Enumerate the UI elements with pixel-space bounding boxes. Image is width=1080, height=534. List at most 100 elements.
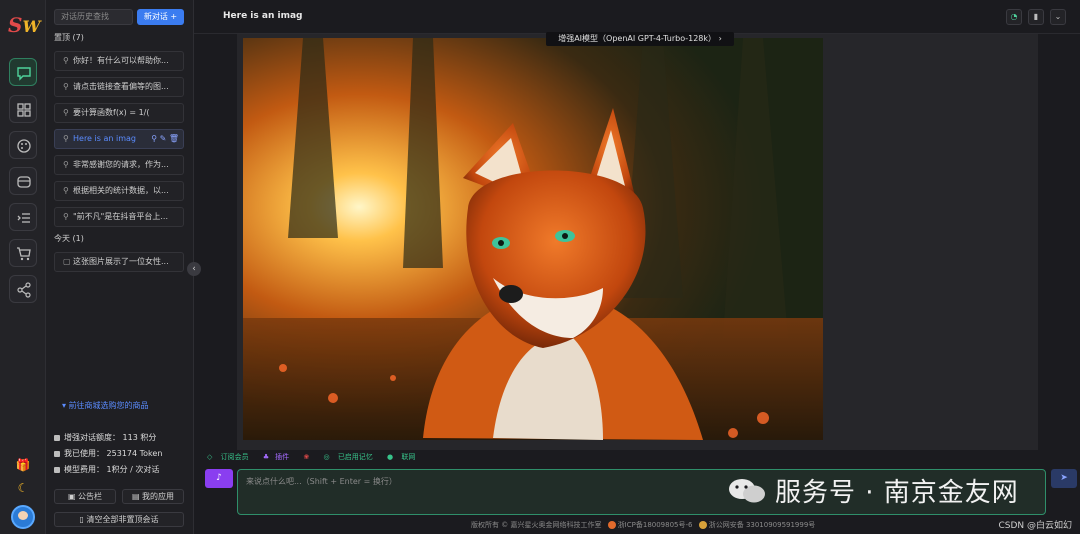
apps-icon: ▤	[132, 492, 142, 501]
plugin-label: 插件	[275, 453, 289, 461]
more-button[interactable]: ⌄	[1050, 9, 1066, 25]
footer: 版权所有 © 嘉兴星火奥金网络科技工作室 浙ICP备18009805号-6 浙公…	[471, 520, 815, 530]
voice-input-button[interactable]: ♪	[205, 469, 233, 488]
conversation-item[interactable]: ⚲根据相关的统计数据，以...	[54, 181, 184, 201]
pin-icon: ⚲	[63, 182, 73, 200]
conversation-item[interactable]: ▢这张图片展示了一位女性...	[54, 252, 184, 272]
web-search-toggle[interactable]: ● 联网	[387, 453, 421, 461]
toggle-icon: ●	[387, 453, 395, 461]
police-link[interactable]: 浙公网安备 33010909591999号	[709, 521, 816, 529]
pin-icon: ⚲	[63, 104, 73, 122]
rail-share-button[interactable]	[9, 275, 37, 303]
pinned-group-label: 置顶 (7)	[54, 32, 84, 43]
cart-icon	[16, 246, 32, 262]
app-logo: SW	[8, 12, 38, 38]
unpin-icon[interactable]: ⚲	[151, 134, 157, 143]
conversation-title: 请点击链接查看偏等的图...	[73, 82, 169, 91]
history-search-input[interactable]: 对话历史查找	[54, 9, 133, 25]
csdn-credit: CSDN @白云如幻	[998, 518, 1072, 531]
web-search-label: 联网	[401, 453, 415, 461]
stat-cost: 模型费用： 1积分 / 次对话	[54, 462, 184, 478]
gift-icon[interactable]: 🎁	[15, 457, 31, 473]
pin-icon: ⚲	[63, 130, 73, 148]
model-selector[interactable]: 增强AI模型（OpenAI GPT-4-Turbo-128k） ›	[546, 32, 734, 46]
chat-bubble-icon	[16, 174, 32, 190]
announcement-button[interactable]: ▣ 公告栏	[54, 489, 116, 504]
conversation-title: 要计算函数f(x) = 1/(	[73, 108, 150, 117]
share-icon	[16, 282, 32, 298]
my-apps-label: 我的应用	[142, 492, 174, 501]
rail-store-button[interactable]	[9, 239, 37, 267]
trash-icon: ▮	[1034, 12, 1038, 21]
rail-messages-button[interactable]	[9, 167, 37, 195]
page-title: Here is an imag	[223, 11, 302, 21]
clear-label: 清空全部非置顶会话	[86, 515, 158, 524]
plugin-tool[interactable]: ♣ 插件	[263, 453, 295, 461]
conversation-item[interactable]: ⚲你好！有什么可以帮助你...	[54, 51, 184, 71]
moon-icon[interactable]: ☾	[15, 480, 31, 496]
memory-tool[interactable]: ◎ 已启用记忆	[323, 453, 378, 461]
chat-main: Here is an imag ◔ ▮ ⌄ ‹ 增强AI模型（OpenAI GP…	[194, 0, 1080, 534]
conversation-item[interactable]: ⚲"前不凡"是在抖音平台上...	[54, 207, 184, 227]
store-link[interactable]: ▾ 前往商城选购您的商品	[62, 400, 149, 411]
subscribe-tool[interactable]: ◇ 订阅会员	[207, 453, 255, 461]
conversation-item-active[interactable]: ⚲Here is an imag ⚲ ✎ 🗑	[54, 129, 184, 149]
model-label: 增强AI模型（OpenAI GPT-4-Turbo-128k）	[558, 34, 716, 43]
icp-link[interactable]: 浙ICP备18009805号-6	[618, 521, 693, 529]
edit-icon[interactable]: ✎	[160, 134, 167, 143]
grid-icon	[16, 102, 32, 118]
copyright-text: 版权所有 © 嘉兴星火奥金网络科技工作室	[471, 521, 601, 529]
conversation-item[interactable]: ⚲非常感谢您的请求，作为...	[54, 155, 184, 175]
conversation-title: 根据相关的统计数据，以...	[73, 186, 169, 195]
icp-icon	[608, 521, 616, 529]
conversation-sidebar: 对话历史查找 新对话 + 置顶 (7) ⚲你好！有什么可以帮助你... ⚲请点击…	[46, 0, 194, 534]
microphone-icon: ♪	[216, 473, 222, 483]
announcement-icon: ▣	[68, 492, 78, 501]
nav-rail: SW 🎁 ☾	[0, 0, 46, 534]
chat-header: Here is an imag ◔ ▮ ⌄	[194, 0, 1080, 34]
memory-label: 已启用记忆	[338, 453, 373, 461]
avatar[interactable]	[11, 505, 35, 529]
conversation-title: Here is an imag	[73, 134, 136, 143]
chevron-left-icon: ‹	[192, 264, 196, 274]
wechat-icon	[727, 478, 767, 504]
headset-button[interactable]: ◔	[1006, 9, 1022, 25]
tag-icon: ◇	[207, 453, 215, 461]
delete-chat-button[interactable]: ▮	[1028, 9, 1044, 25]
image-upload-tool[interactable]: ❀	[303, 453, 315, 461]
conversation-title: 这张图片展示了一位女性...	[73, 257, 169, 266]
new-chat-button[interactable]: 新对话 +	[137, 9, 184, 25]
usage-stats: 增强对话额度： 113 积分 我已使用： 253174 Token 模型费用： …	[54, 430, 184, 478]
rail-draw-button[interactable]	[9, 131, 37, 159]
rail-chat-button[interactable]	[9, 58, 37, 86]
delete-icon[interactable]: 🗑	[169, 134, 179, 143]
store-link-label: 前往商城选购您的商品	[69, 401, 149, 410]
my-apps-button[interactable]: ▤ 我的应用	[122, 489, 184, 504]
conversation-item[interactable]: ⚲要计算函数f(x) = 1/(	[54, 103, 184, 123]
palette-icon	[16, 138, 32, 154]
plugin-icon: ♣	[263, 453, 269, 461]
chat-icon	[16, 65, 32, 81]
send-button[interactable]: ➤	[1051, 469, 1077, 488]
clear-conversations-button[interactable]: ▯ 清空全部非置顶会话	[54, 512, 184, 527]
conversation-title: 非常感谢您的请求，作为...	[73, 160, 169, 169]
chat-tools: ◇ 订阅会员 ♣ 插件 ❀ ◎ 已启用记忆 ● 联网	[207, 452, 427, 464]
conversation-title: 你好！有什么可以帮助你...	[73, 56, 169, 65]
watermark-text: 服务号 · 南京金友网	[775, 472, 1019, 509]
list-icon	[16, 210, 32, 226]
collapse-sidebar-button[interactable]: ‹	[187, 262, 201, 276]
fox-image	[243, 38, 823, 440]
chevron-right-icon: ›	[719, 34, 722, 43]
announcement-label: 公告栏	[78, 492, 102, 501]
send-icon: ➤	[1060, 473, 1068, 483]
stat-used: 我已使用： 253174 Token	[54, 446, 184, 462]
rail-list-button[interactable]	[9, 203, 37, 231]
pin-icon: ⚲	[63, 78, 73, 96]
headset-icon: ◔	[1011, 12, 1018, 21]
pin-icon: ⚲	[63, 156, 73, 174]
generated-image[interactable]	[243, 38, 823, 440]
conversation-title: "前不凡"是在抖音平台上...	[73, 212, 168, 221]
rail-apps-button[interactable]	[9, 95, 37, 123]
conversation-item[interactable]: ⚲请点击链接查看偏等的图...	[54, 77, 184, 97]
app-window: SW 🎁 ☾ 对话历史查找 新对话 + 置顶 (7) ⚲你好！有什么可以帮	[0, 0, 1080, 534]
